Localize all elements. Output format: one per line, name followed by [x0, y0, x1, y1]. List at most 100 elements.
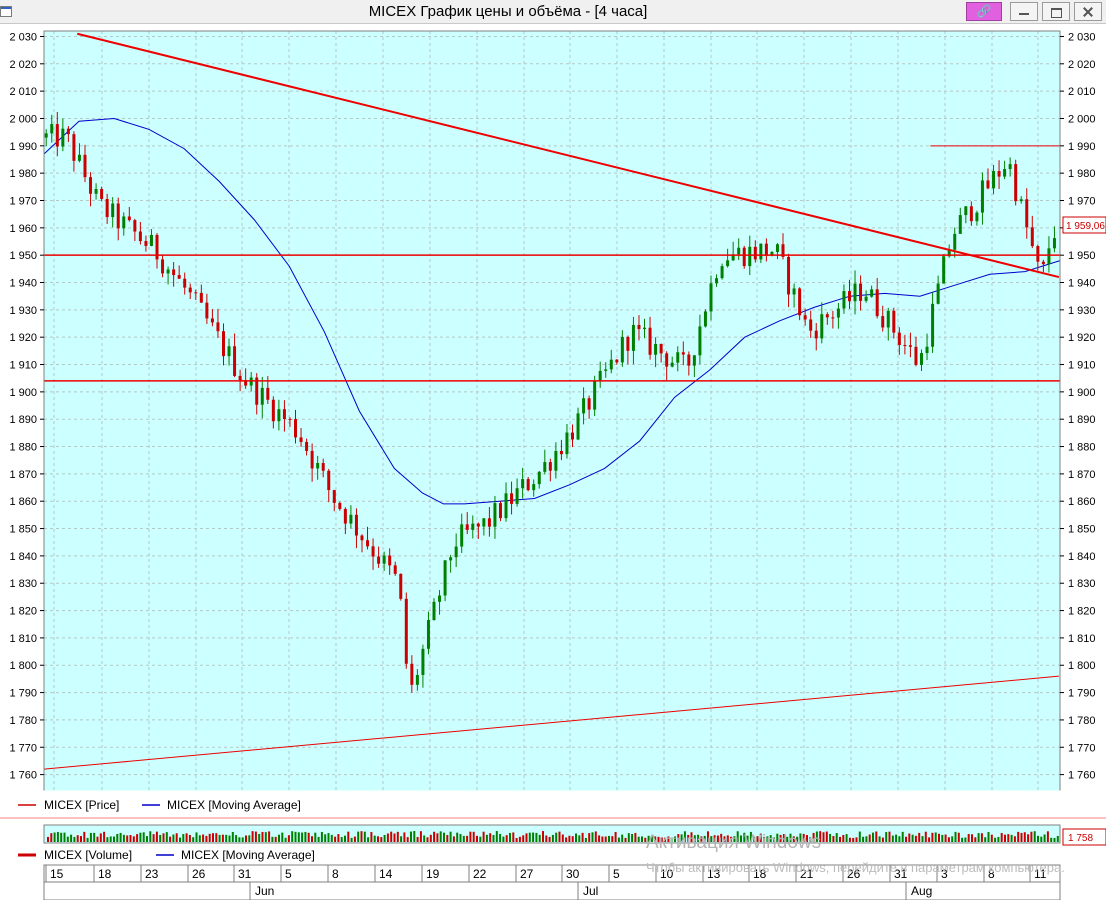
volume-bar	[947, 837, 950, 842]
volume-bar	[73, 836, 76, 842]
x-tick-label: 30	[566, 867, 580, 881]
x-tick-label: 19	[426, 867, 440, 881]
x-tick-label: 5	[613, 867, 620, 881]
volume-bar	[657, 836, 660, 842]
y-tick-label-right: 1 980	[1068, 168, 1096, 180]
volume-bar	[845, 834, 848, 842]
volume-bar	[93, 832, 96, 842]
y-tick-label-left: 2 030	[9, 31, 37, 43]
volume-bar	[888, 831, 891, 842]
volume-bar	[726, 835, 729, 842]
volume-bar	[914, 835, 917, 842]
volume-bar	[307, 832, 310, 842]
volume-bar	[278, 834, 280, 842]
volume-bar	[63, 832, 66, 842]
volume-bar	[525, 833, 528, 842]
volume-bar	[311, 836, 313, 842]
volume-bar	[994, 837, 997, 842]
volume-bar	[231, 831, 234, 842]
volume-bar	[617, 837, 620, 842]
volume-bar	[208, 833, 211, 842]
volume-bar	[594, 831, 597, 842]
volume-bar	[413, 831, 416, 842]
candle	[742, 245, 746, 269]
pin-button[interactable]: 🔗	[966, 2, 1002, 21]
volume-bar	[792, 836, 795, 842]
volume-bar	[951, 836, 954, 842]
volume-bar	[822, 832, 825, 842]
volume-bar	[746, 835, 749, 842]
volume-bar	[83, 831, 86, 842]
volume-bar	[113, 836, 115, 842]
volume-bar	[568, 835, 571, 842]
volume-bar	[383, 834, 386, 842]
x-tick-label: 8	[332, 867, 339, 881]
volume-bar	[518, 836, 521, 842]
y-tick-label-right: 1 800	[1068, 660, 1096, 672]
volume-bar	[660, 837, 663, 842]
volume-bar	[898, 836, 901, 842]
volume-bar	[756, 836, 759, 842]
y-tick-label-right: 1 830	[1068, 578, 1096, 590]
y-tick-label-left: 2 010	[9, 86, 37, 98]
volume-bar	[301, 832, 304, 842]
y-tick-label-left: 1 820	[9, 606, 37, 618]
volume-bar	[865, 836, 868, 842]
volume-bar	[195, 832, 198, 842]
volume-bar	[674, 836, 676, 842]
volume-bar	[182, 834, 185, 842]
volume-bar	[380, 837, 383, 842]
chart-area[interactable]: 2 030 2 020 2 010 2 000 1 990 1 980 1 970 1 960…	[0, 24, 1106, 900]
volume-bar	[482, 831, 485, 842]
volume-bar	[581, 832, 584, 842]
volume-bar	[502, 836, 505, 842]
volume-bar	[284, 837, 287, 842]
y-tick-label-left: 1 800	[9, 660, 37, 672]
volume-bar	[254, 831, 257, 842]
volume-bar	[268, 831, 271, 842]
volume-bar	[875, 831, 878, 842]
volume-bar	[829, 833, 832, 842]
volume-bar	[393, 833, 396, 842]
volume-bar	[545, 835, 548, 842]
volume-bar	[872, 832, 874, 842]
volume-bar	[786, 836, 789, 842]
y-tick-label-left: 1 890	[9, 414, 37, 426]
volume-bar	[723, 836, 726, 842]
window-titlebar[interactable]: MICEX График цены и объёма - [4 часа] 🔗	[0, 0, 1106, 24]
x-tick-label: 26	[192, 867, 206, 881]
close-button[interactable]	[1074, 2, 1102, 21]
x-tick-label: 22	[473, 867, 487, 881]
price-legend-price: MICEX [Price]	[44, 798, 119, 812]
x-tick-label: 18	[753, 867, 767, 881]
volume-bar	[258, 833, 261, 842]
y-tick-label-right: 1 790	[1068, 688, 1096, 700]
y-tick-label-left: 1 850	[9, 524, 37, 536]
minimize-button[interactable]	[1010, 2, 1038, 21]
y-tick-label-right: 1 770	[1068, 742, 1096, 754]
volume-bar	[839, 836, 841, 842]
volume-bar	[241, 837, 244, 842]
volume-bar	[126, 835, 129, 842]
volume-bar	[809, 837, 812, 842]
volume-bar	[773, 837, 775, 842]
x-tick-label: 13	[707, 867, 721, 881]
volume-bar	[228, 835, 231, 842]
volume-bar	[205, 835, 208, 842]
volume-bar	[198, 835, 201, 842]
volume-bar	[56, 832, 59, 842]
volume-bar	[248, 835, 251, 842]
volume-bar	[862, 836, 865, 842]
volume-bar	[116, 833, 119, 842]
volume-bar	[766, 836, 769, 842]
y-tick-label-left: 1 830	[9, 578, 37, 590]
volume-bar	[555, 832, 558, 842]
volume-bar	[538, 834, 541, 842]
volume-bar	[911, 834, 914, 842]
volume-bar	[693, 835, 696, 842]
volume-bar	[961, 837, 964, 842]
volume-bar	[621, 834, 624, 842]
volume-bar	[212, 833, 214, 842]
volume-bar	[218, 834, 221, 842]
maximize-button[interactable]	[1042, 2, 1070, 21]
